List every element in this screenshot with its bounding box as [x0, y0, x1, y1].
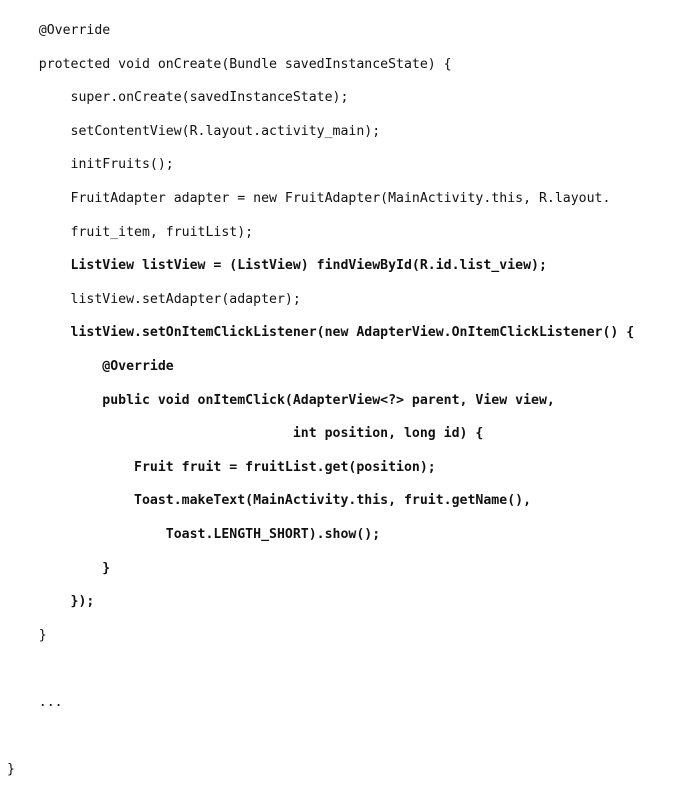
code-line: initFruits(); — [7, 157, 174, 173]
code-line: Toast.makeText(MainActivity.this, fruit.… — [7, 493, 532, 509]
code-line: } — [7, 560, 111, 576]
code-line: int position, long id) { — [7, 426, 484, 442]
code-line: Toast.LENGTH_SHORT).show(); — [7, 526, 381, 542]
code-line: @Override — [7, 358, 174, 374]
code-line: Fruit fruit = fruitList.get(position); — [7, 459, 436, 475]
code-line: } — [7, 762, 15, 778]
code-line: FruitAdapter adapter = new FruitAdapter(… — [7, 190, 611, 206]
code-listing: @Override protected void onCreate(Bundle… — [7, 23, 634, 796]
code-line: ListView listView = (ListView) findViewB… — [7, 258, 547, 274]
code-line: public void onItemClick(AdapterView<?> p… — [7, 392, 555, 408]
code-line: } — [7, 627, 47, 643]
code-line: fruit_item, fruitList); — [7, 224, 254, 240]
code-line: listView.setAdapter(adapter); — [7, 291, 301, 307]
code-line: protected void onCreate(Bundle savedInst… — [7, 56, 452, 72]
code-line: super.onCreate(savedInstanceState); — [7, 90, 349, 106]
code-line: @Override — [7, 23, 111, 38]
code-line: }); — [7, 594, 95, 610]
code-line: setContentView(R.layout.activity_main); — [7, 123, 381, 139]
code-line: ... — [7, 694, 63, 710]
code-line: listView.setOnItemClickListener(new Adap… — [7, 325, 635, 341]
